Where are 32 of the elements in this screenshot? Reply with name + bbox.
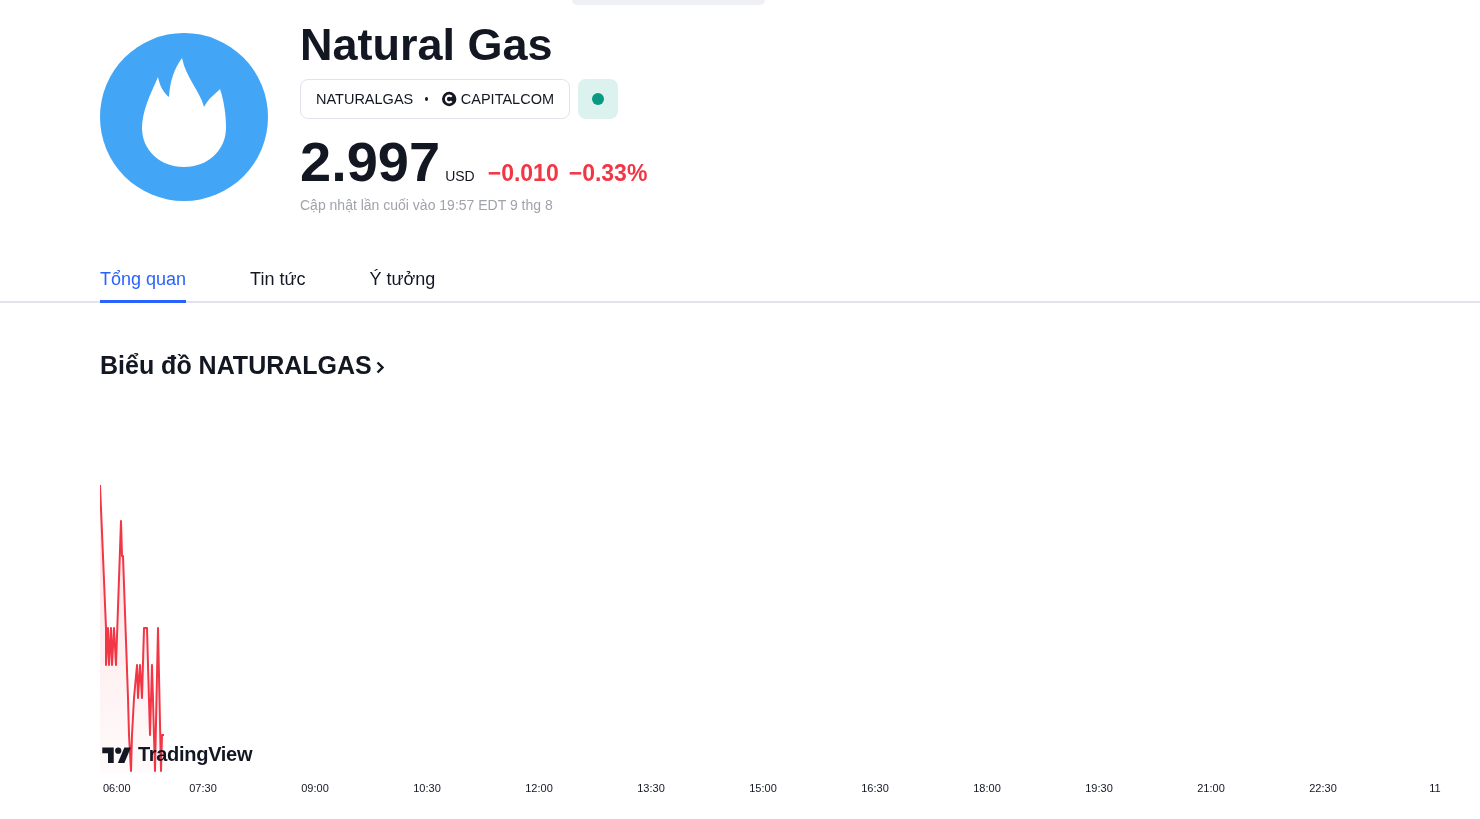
symbol-chip[interactable]: NATURALGAS CAPITALCOM: [300, 79, 570, 119]
time-axis-label: 19:30: [1085, 782, 1113, 794]
exchange-text: CAPITALCOM: [460, 91, 554, 107]
last-update-text: Cập nhật lần cuối vào 19:57 EDT 9 thg 8: [300, 196, 553, 214]
currency-label: USD: [445, 168, 475, 184]
time-axis-label: 07:30: [189, 782, 217, 794]
tab[interactable]: Tin tức: [250, 258, 306, 303]
exchange-logo-icon: [442, 90, 457, 108]
tab[interactable]: Tổng quan: [100, 258, 187, 303]
flame-logo-icon: [100, 33, 268, 201]
time-axis-label: 13:30: [637, 782, 665, 794]
time-axis-label: 11: [1429, 782, 1441, 794]
time-axis-label: 16:30: [861, 782, 889, 794]
time-axis-label: 15:00: [749, 782, 777, 794]
time-axis-label: 06:00: [103, 782, 131, 794]
price-change-percent: −0.33%: [568, 160, 648, 187]
chevron-right-icon[interactable]: [375, 361, 384, 374]
time-axis-label: 10:30: [413, 782, 441, 794]
time-axis-label: 18:00: [973, 782, 1001, 794]
market-status-button[interactable]: [578, 79, 618, 119]
separator-dot-icon: [425, 97, 429, 101]
price-value: 2.997: [300, 132, 441, 192]
price-change: −0.010: [487, 160, 559, 187]
tab[interactable]: Ý tưởng: [369, 258, 436, 303]
time-axis-label: 12:00: [525, 782, 553, 794]
chart-heading[interactable]: Biểu đồ NATURALGAS: [100, 350, 372, 380]
symbol-text: NATURALGAS: [316, 91, 414, 107]
time-axis-label: 22:30: [1309, 782, 1337, 794]
time-axis-label: 21:00: [1197, 782, 1225, 794]
logo-mark-icon: [102, 745, 132, 763]
time-axis-label: 09:00: [301, 782, 329, 794]
instrument-title: Natural Gas: [300, 18, 553, 72]
